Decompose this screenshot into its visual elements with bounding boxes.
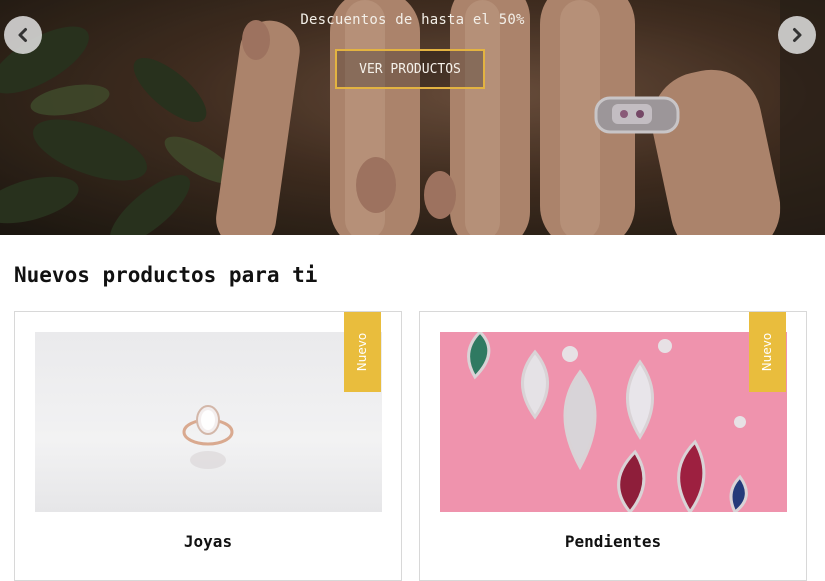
new-badge: Nuevo bbox=[344, 312, 381, 392]
product-card-joyas[interactable]: Nuevo Joyas bbox=[14, 311, 402, 581]
chevron-left-icon bbox=[18, 28, 27, 42]
new-badge: Nuevo bbox=[749, 312, 786, 392]
new-badge-label: Nuevo bbox=[355, 332, 370, 372]
product-card-pendientes[interactable]: Nuevo Pendientes bbox=[419, 311, 807, 581]
product-name[interactable]: Joyas bbox=[15, 532, 401, 551]
hero-banner: Descuentos de hasta el 50% VER PRODUCTOS bbox=[0, 0, 825, 235]
carousel-next-button[interactable] bbox=[778, 16, 816, 54]
carousel-prev-button[interactable] bbox=[4, 16, 42, 54]
hero-subtitle: Descuentos de hasta el 50% bbox=[300, 12, 525, 28]
section-title: Nuevos productos para ti bbox=[14, 263, 318, 287]
product-name[interactable]: Pendientes bbox=[420, 532, 806, 551]
ring-illustration bbox=[182, 405, 234, 469]
chevron-right-icon bbox=[793, 28, 802, 42]
earrings-illustration bbox=[467, 332, 748, 512]
product-image-earrings[interactable] bbox=[440, 332, 787, 512]
hero-overlay bbox=[0, 0, 825, 235]
view-products-button[interactable]: VER PRODUCTOS bbox=[335, 49, 485, 89]
new-badge-label: Nuevo bbox=[760, 332, 775, 372]
product-image-ring[interactable] bbox=[35, 332, 382, 512]
